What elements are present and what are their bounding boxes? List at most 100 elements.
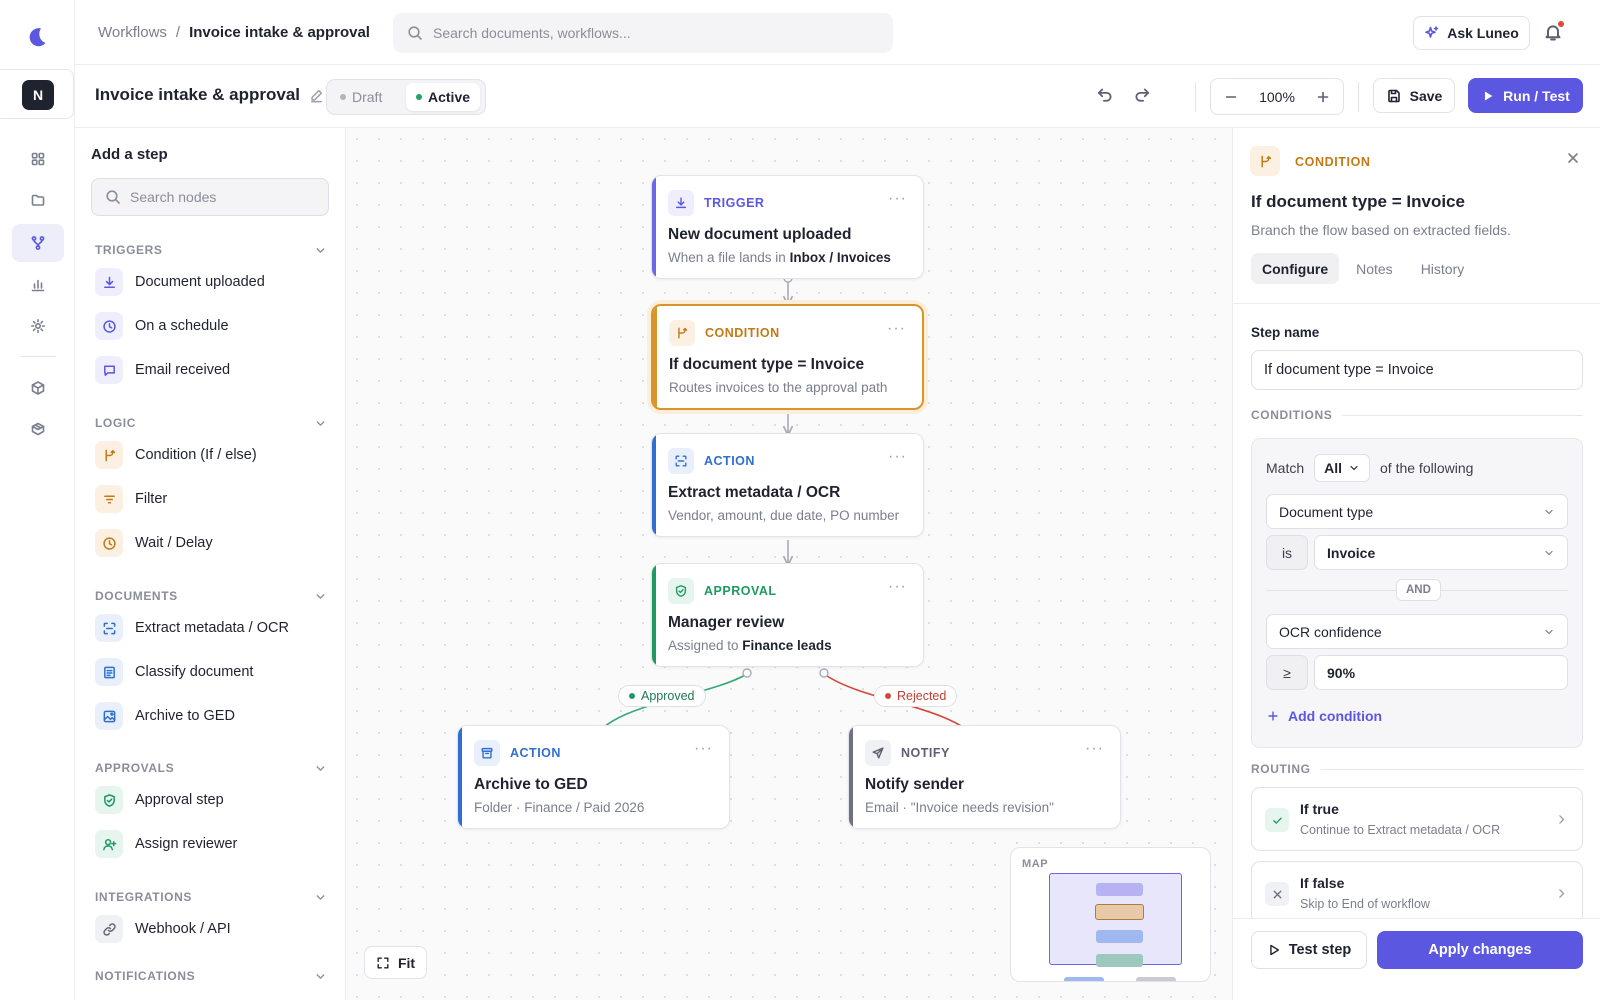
- chevron-down-icon: [314, 417, 327, 430]
- route-true-title: If true: [1300, 801, 1339, 817]
- palette-item[interactable]: Webhook / API: [95, 914, 231, 944]
- close-inspector-button[interactable]: [1565, 150, 1581, 166]
- rail-documents-button[interactable]: [12, 181, 64, 219]
- condition-1-field-select[interactable]: Document type: [1266, 494, 1568, 529]
- minimap[interactable]: MAP: [1010, 847, 1211, 982]
- minimap-node-archive: [1064, 977, 1104, 981]
- filter-icon: [95, 485, 123, 513]
- palette-item-label: Classify document: [135, 664, 254, 680]
- match-select[interactable]: All: [1314, 454, 1371, 482]
- section-integrations[interactable]: INTEGRATIONS: [95, 890, 327, 904]
- palette-item[interactable]: Email received: [95, 355, 230, 385]
- more-menu-icon[interactable]: ···: [888, 578, 907, 596]
- add-condition-button[interactable]: Add condition: [1266, 708, 1382, 724]
- status-draft-option[interactable]: Draft: [330, 83, 392, 111]
- moon-logo-icon[interactable]: [24, 24, 50, 50]
- global-search-input[interactable]: Search documents, workflows...: [393, 13, 893, 53]
- expand-icon: [376, 956, 390, 970]
- apply-changes-button[interactable]: Apply changes: [1377, 931, 1583, 969]
- more-menu-icon[interactable]: ···: [888, 448, 907, 466]
- status-active-option[interactable]: Active: [406, 83, 481, 111]
- condition-1-value-select[interactable]: Invoice: [1314, 535, 1568, 570]
- rail-integrations-button[interactable]: [12, 369, 64, 407]
- node-archive[interactable]: ACTION ··· Archive to GED Folder · Finan…: [457, 725, 730, 829]
- undo-button[interactable]: [1096, 85, 1114, 103]
- route-if-true[interactable]: If true Continue to Extract metadata / O…: [1251, 787, 1583, 851]
- section-triggers[interactable]: TRIGGERS: [95, 243, 327, 257]
- chevron-down-icon: [314, 244, 327, 257]
- more-menu-icon[interactable]: ···: [1085, 740, 1104, 758]
- more-menu-icon[interactable]: ···: [694, 740, 713, 758]
- node-subtitle: Assigned to Finance leads: [668, 638, 832, 653]
- run-test-button[interactable]: Run / Test: [1468, 78, 1583, 113]
- user-plus-icon: [95, 830, 123, 858]
- workspace-avatar[interactable]: N: [22, 80, 54, 110]
- message-icon: [95, 356, 123, 384]
- palette-title: Add a step: [91, 146, 168, 163]
- workflow-icon: [30, 235, 46, 251]
- tab-history[interactable]: History: [1410, 253, 1476, 284]
- plus-icon: [1266, 709, 1280, 723]
- more-menu-icon[interactable]: ···: [888, 190, 907, 208]
- palette-item[interactable]: Extract metadata / OCR: [95, 613, 289, 643]
- palette-item[interactable]: On a schedule: [95, 311, 229, 341]
- save-button[interactable]: Save: [1373, 78, 1455, 113]
- rail-packages-button[interactable]: [12, 410, 64, 448]
- zoom-in-icon[interactable]: [1315, 89, 1331, 105]
- palette-item[interactable]: Archive to GED: [95, 701, 235, 731]
- route-if-false[interactable]: If false Skip to End of workflow: [1251, 861, 1583, 925]
- condition-2-field-select[interactable]: OCR confidence: [1266, 614, 1568, 649]
- cube-icon: [30, 380, 46, 396]
- palette-item[interactable]: Wait / Delay: [95, 528, 213, 558]
- breadcrumb-workflows[interactable]: Workflows: [98, 24, 167, 41]
- node-approval[interactable]: APPROVAL ··· Manager review Assigned to …: [651, 563, 924, 667]
- download-icon: [95, 268, 123, 296]
- node-search-input[interactable]: Search nodes: [91, 178, 329, 216]
- palette-item[interactable]: Condition (If / else): [95, 440, 257, 470]
- check-icon: [1265, 808, 1289, 832]
- section-notifications[interactable]: NOTIFICATIONS: [95, 969, 327, 983]
- section-logic[interactable]: LOGIC: [95, 416, 327, 430]
- notifications-button[interactable]: [1543, 21, 1564, 42]
- chevron-right-icon: [1555, 887, 1568, 900]
- redo-button[interactable]: [1133, 85, 1151, 103]
- app-rail: N: [0, 0, 75, 1000]
- palette-item[interactable]: Filter: [95, 484, 167, 514]
- tab-configure[interactable]: Configure: [1251, 253, 1340, 284]
- tab-notes[interactable]: Notes: [1345, 253, 1404, 284]
- node-notify[interactable]: NOTIFY ··· Notify sender Email · "Invoic…: [848, 725, 1121, 829]
- undo-icon: [1096, 85, 1114, 103]
- zoom-out-icon[interactable]: [1223, 89, 1239, 105]
- pencil-icon[interactable]: [309, 88, 324, 103]
- palette-item[interactable]: Approval step: [95, 785, 224, 815]
- close-icon: [1565, 150, 1581, 166]
- rail-dashboard-button[interactable]: [12, 140, 64, 178]
- minimap-node-notify: [1136, 977, 1176, 981]
- node-trigger[interactable]: TRIGGER ··· New document uploaded When a…: [651, 175, 924, 279]
- and-label[interactable]: AND: [1396, 579, 1441, 601]
- step-name-input[interactable]: If document type = Invoice: [1251, 350, 1583, 390]
- conditions-heading: CONDITIONS: [1251, 408, 1583, 422]
- rail-settings-button[interactable]: [12, 307, 64, 345]
- rail-workflows-button[interactable]: [12, 224, 64, 262]
- test-step-button[interactable]: Test step: [1251, 931, 1367, 969]
- more-menu-icon[interactable]: ···: [887, 320, 906, 338]
- condition-1-operator[interactable]: is: [1266, 535, 1308, 570]
- workflow-canvas[interactable]: TRIGGER ··· New document uploaded When a…: [346, 128, 1232, 1000]
- palette-item[interactable]: Assign reviewer: [95, 829, 237, 859]
- section-approvals[interactable]: APPROVALS: [95, 761, 327, 775]
- palette-item[interactable]: Document uploaded: [95, 267, 265, 297]
- condition-2-value-input[interactable]: 90%: [1314, 655, 1568, 690]
- node-subtitle: Vendor, amount, due date, PO number: [668, 508, 899, 523]
- workspace-switcher[interactable]: N: [1, 69, 74, 119]
- condition-2-operator[interactable]: ≥: [1266, 655, 1308, 690]
- node-ocr[interactable]: ACTION ··· Extract metadata / OCR Vendor…: [651, 433, 924, 537]
- node-search-placeholder: Search nodes: [130, 189, 217, 205]
- section-documents[interactable]: DOCUMENTS: [95, 589, 327, 603]
- ask-luneo-button[interactable]: Ask Luneo: [1413, 16, 1530, 50]
- document-icon: [95, 658, 123, 686]
- node-condition[interactable]: CONDITION ··· If document type = Invoice…: [651, 304, 924, 410]
- palette-item[interactable]: Classify document: [95, 657, 253, 687]
- rail-analytics-button[interactable]: [12, 266, 64, 304]
- fit-view-button[interactable]: Fit: [364, 946, 427, 979]
